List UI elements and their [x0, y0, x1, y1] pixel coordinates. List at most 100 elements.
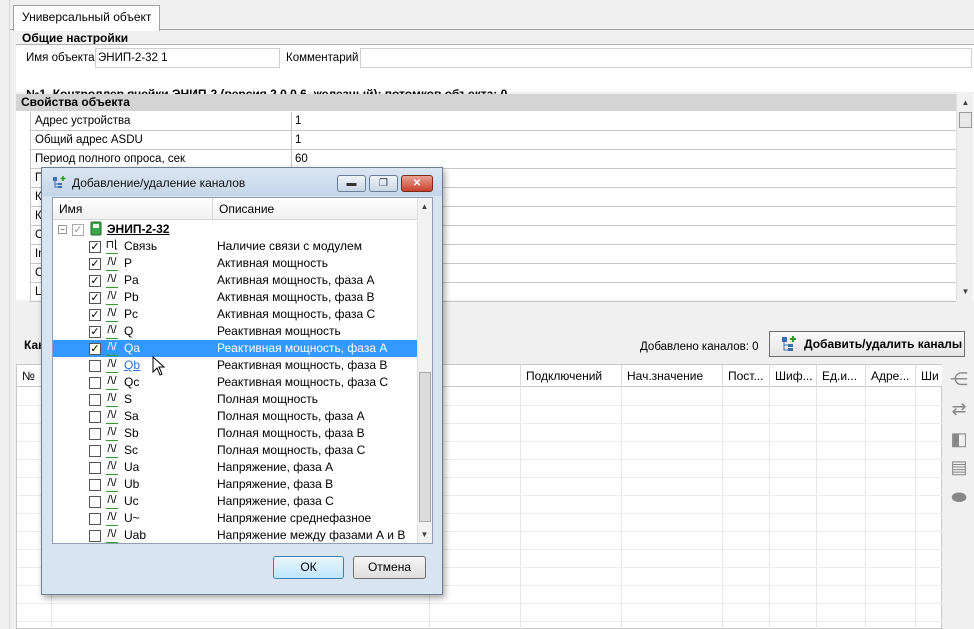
channel-checkbox[interactable]: ✓ [89, 343, 101, 355]
channel-description: Активная мощность, фаза С [217, 307, 376, 321]
channel-checkbox[interactable] [89, 445, 101, 457]
channel-list-item[interactable]: /\/ Sb Полная мощность, фаза В [53, 425, 417, 442]
channel-list-item[interactable]: /\/ Qb Реактивная мощность, фаза В [53, 357, 417, 374]
channel-name: Pb [124, 290, 139, 304]
mouse-cursor-icon [152, 356, 166, 376]
tree-link-icon[interactable]: ⋲ [947, 368, 971, 390]
column-header[interactable]: Ши [915, 365, 943, 387]
collapse-icon[interactable]: − [58, 225, 67, 234]
channel-name: Ub [124, 477, 140, 491]
property-name: Период полного опроса, сек [30, 150, 292, 168]
column-description-header[interactable]: Описание [212, 198, 274, 220]
general-settings-box: Имя объекта ЭНИП-2-32 1 Комментарий №1. … [16, 45, 974, 101]
channel-list-item[interactable]: ✓/\/ Pc Активная мощность, фаза С [53, 306, 417, 323]
tree-root-row[interactable]: − ✓ ЭНИП-2-32 [53, 221, 417, 238]
analog-signal-icon: /\/ [104, 374, 120, 391]
scroll-down-icon[interactable]: ▼ [417, 526, 432, 543]
channel-list-item[interactable]: /\/ Qc Реактивная мощность, фаза С [53, 374, 417, 391]
channel-list-item[interactable]: /\/ U~ Напряжение среднефазное [53, 510, 417, 527]
channel-list-item[interactable]: /\/ Uc Напряжение, фаза С [53, 493, 417, 510]
properties-title: Свойства объекта [16, 94, 956, 111]
channel-list-item[interactable]: /\/ S Полная мощность [53, 391, 417, 408]
analog-signal-icon: /\/ [104, 340, 120, 357]
scroll-thumb[interactable] [959, 112, 972, 128]
channel-checkbox[interactable] [89, 377, 101, 389]
property-value[interactable]: 60 [292, 150, 956, 168]
minimize-button[interactable]: ▬ [337, 175, 366, 192]
scroll-down-icon[interactable]: ▼ [957, 283, 974, 300]
maximize-button[interactable]: ❐ [369, 175, 398, 192]
eraser-icon[interactable]: ⬬ [947, 486, 971, 508]
property-row[interactable]: Адрес устройства 1 [30, 112, 956, 131]
column-header[interactable]: Нач.значение [621, 365, 722, 387]
channel-checkbox[interactable]: ✓ [89, 309, 101, 321]
analog-signal-icon: /\/ [104, 357, 120, 374]
property-row[interactable]: Общий адрес ASDU 1 [30, 131, 956, 150]
channel-name: Qc [124, 375, 140, 389]
channel-list-item[interactable]: ✓ ⊓⌊ Связь Наличие связи с модулем [53, 238, 417, 255]
analog-signal-icon: /\/ [104, 323, 120, 340]
properties-scrollbar[interactable]: ▲ ▼ [956, 94, 973, 300]
channel-checkbox[interactable]: ✓ [89, 275, 101, 287]
channel-list-item[interactable]: ✓/\/ Qa Реактивная мощность, фаза А [53, 340, 417, 357]
channel-list-item[interactable]: /\/ Uab Напряжение между фазами А и В [53, 527, 417, 543]
right-toolbar: ⋲ ⇄ ◧ ▤ ⬬ [942, 364, 974, 629]
channel-list-item[interactable]: /\/ Ub Напряжение, фаза В [53, 476, 417, 493]
ok-button[interactable]: ОК [273, 556, 344, 579]
channel-list-scrollbar[interactable]: ▲ ▼ [417, 198, 432, 543]
channel-list-item[interactable]: ✓/\/ Pb Активная мощность, фаза В [53, 289, 417, 306]
channel-name: Sc [124, 443, 139, 457]
close-button[interactable]: ✕ [401, 175, 433, 192]
add-remove-channels-button[interactable]: Добавить/удалить каналы [769, 331, 965, 357]
channel-tree-list: Имя Описание − ✓ ЭНИП-2-32 ✓ ⊓⌊ Связь Наличие … [52, 197, 433, 544]
channel-list-item[interactable]: ✓/\/ Q Реактивная мощность [53, 323, 417, 340]
analog-signal-icon: /\/ [104, 289, 120, 306]
property-value[interactable]: 1 [292, 112, 956, 130]
channel-checkbox[interactable]: ✓ [89, 292, 101, 304]
channel-checkbox[interactable] [89, 496, 101, 508]
scroll-up-icon[interactable]: ▲ [957, 94, 974, 111]
table-edit-icon[interactable]: ▤ [947, 456, 971, 478]
channel-checkbox[interactable] [89, 479, 101, 491]
channel-checkbox[interactable] [89, 360, 101, 372]
comment-field[interactable] [360, 48, 972, 68]
object-name-field[interactable]: ЭНИП-2-32 1 [95, 48, 280, 68]
channel-list-item[interactable]: /\/ Sc Полная мощность, фаза С [53, 442, 417, 459]
column-name-header[interactable]: Имя [59, 202, 82, 216]
channel-remove-icon[interactable]: ◧ [947, 428, 971, 450]
channel-list-item[interactable]: ✓/\/ Pa Активная мощность, фаза А [53, 272, 417, 289]
channel-checkbox[interactable]: ✓ [89, 326, 101, 338]
channel-checkbox[interactable] [89, 428, 101, 440]
analog-signal-icon: /\/ [104, 306, 120, 323]
channel-checkbox[interactable] [89, 411, 101, 423]
column-header[interactable]: Адре... [865, 365, 915, 387]
channel-checkbox[interactable]: ✓ [89, 241, 101, 253]
scroll-up-icon[interactable]: ▲ [417, 198, 432, 215]
dialog-titlebar[interactable]: Добавление/удаление каналов ▬ ❐ ✕ [42, 168, 442, 196]
column-header[interactable]: Подключений [520, 365, 621, 387]
column-header[interactable]: Пост... [722, 365, 769, 387]
dialog-title: Добавление/удаление каналов [72, 176, 246, 190]
channel-checkbox[interactable]: ✓ [89, 258, 101, 270]
tab-universal-object[interactable]: Универсальный объект [13, 5, 161, 31]
property-value[interactable]: 1 [292, 131, 956, 149]
channel-list-item[interactable]: /\/ Sa Полная мощность, фаза А [53, 408, 417, 425]
channel-description: Полная мощность [217, 392, 319, 406]
cancel-button[interactable]: Отмена [353, 556, 426, 579]
channel-list-item[interactable]: /\/ Ua Напряжение, фаза А [53, 459, 417, 476]
channel-list-item[interactable]: ✓/\/ P Активная мощность [53, 255, 417, 272]
analog-signal-icon: /\/ [104, 442, 120, 459]
channel-checkbox[interactable] [89, 513, 101, 525]
channel-checkbox[interactable] [89, 530, 101, 542]
move-channel-icon[interactable]: ⇄ [947, 398, 971, 420]
column-header[interactable]: Ед.и... [816, 365, 865, 387]
analog-signal-icon: /\/ [104, 272, 120, 289]
column-header[interactable]: Шиф... [769, 365, 816, 387]
channel-checkbox[interactable] [89, 462, 101, 474]
tree-root-name: ЭНИП-2-32 [107, 222, 170, 236]
channel-name: Ua [124, 460, 140, 474]
root-checkbox[interactable]: ✓ [72, 224, 84, 236]
channel-description: Напряжение, фаза С [217, 494, 334, 508]
channel-checkbox[interactable] [89, 394, 101, 406]
scroll-thumb[interactable] [419, 372, 431, 522]
